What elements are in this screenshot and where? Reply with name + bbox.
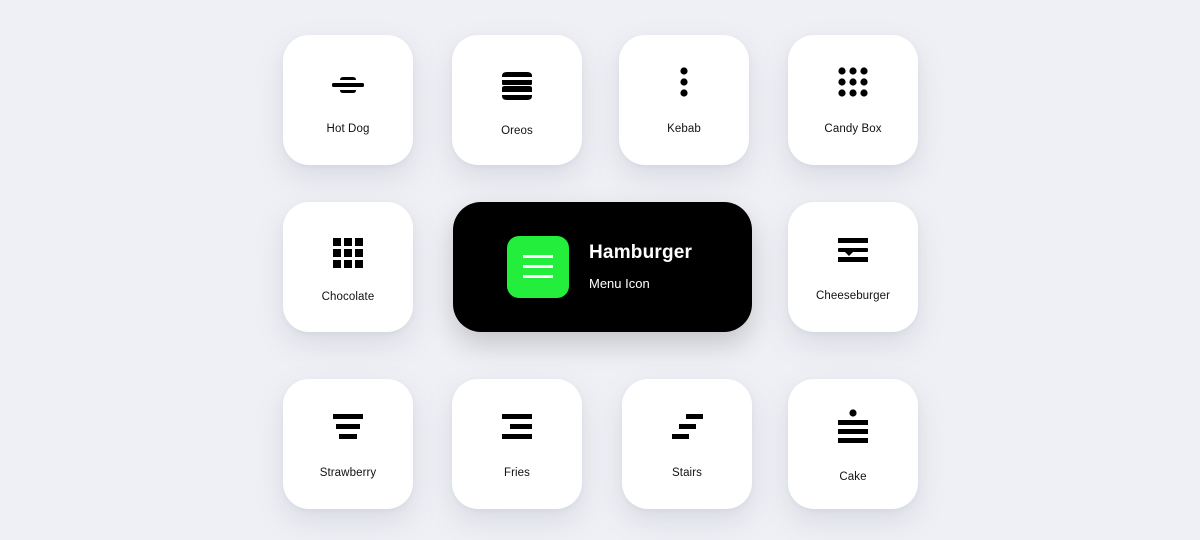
card-stairs[interactable]: Stairs bbox=[622, 379, 752, 509]
card-label: Cake bbox=[839, 471, 867, 483]
card-label: Candy Box bbox=[824, 123, 882, 135]
card-label: Stairs bbox=[672, 467, 702, 479]
cheeseburger-icon bbox=[838, 238, 868, 262]
card-label: Fries bbox=[503, 467, 531, 479]
fries-icon bbox=[502, 414, 532, 439]
card-fries[interactable]: Fries bbox=[452, 379, 582, 509]
chocolate-icon bbox=[333, 238, 363, 268]
oreos-icon bbox=[502, 72, 532, 100]
card-oreos[interactable]: Oreos bbox=[452, 35, 582, 165]
card-strawberry[interactable]: Strawberry bbox=[283, 379, 413, 509]
card-cheeseburger[interactable]: Cheeseburger bbox=[788, 202, 918, 332]
card-label: Chocolate bbox=[321, 291, 375, 303]
kebab-icon bbox=[680, 67, 688, 97]
card-cake[interactable]: Cake bbox=[788, 379, 918, 509]
strawberry-icon bbox=[333, 414, 363, 439]
featured-subtitle: Menu Icon bbox=[589, 276, 650, 291]
card-label: Cheeseburger bbox=[815, 290, 891, 302]
card-hot-dog[interactable]: Hot Dog bbox=[283, 35, 413, 165]
card-label: Kebab bbox=[667, 123, 701, 135]
card-label: Strawberry bbox=[319, 467, 377, 479]
hamburger-menu-icon bbox=[523, 255, 553, 278]
card-label: Hot Dog bbox=[326, 123, 370, 135]
hot-dog-icon bbox=[332, 77, 364, 93]
featured-card-hamburger[interactable]: Hamburger Menu Icon bbox=[453, 202, 752, 332]
card-label: Oreos bbox=[501, 125, 533, 137]
featured-title: Hamburger bbox=[589, 242, 693, 263]
card-candy-box[interactable]: Candy Box bbox=[788, 35, 918, 165]
card-kebab[interactable]: Kebab bbox=[619, 35, 749, 165]
stairs-icon bbox=[672, 414, 703, 439]
card-chocolate[interactable]: Chocolate bbox=[283, 202, 413, 332]
featured-icon-badge bbox=[507, 236, 569, 298]
cake-icon bbox=[838, 409, 868, 443]
candy-box-icon bbox=[838, 67, 868, 97]
